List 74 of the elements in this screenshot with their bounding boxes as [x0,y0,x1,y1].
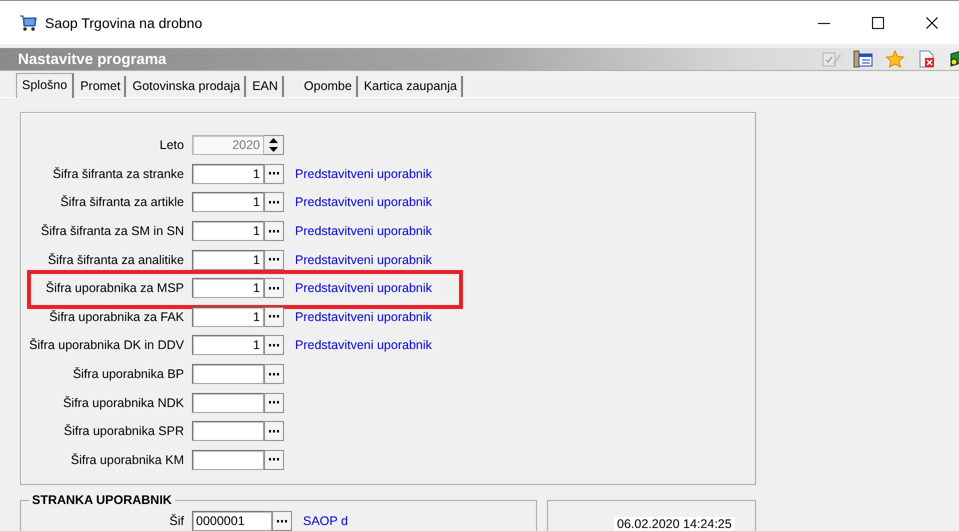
close-icon[interactable] [926,16,938,28]
date-time: 06.02.2020 14:24:25 [614,517,735,531]
ellipsis-icon [269,458,279,462]
tab[interactable]: Splošno [16,73,74,98]
user-link[interactable]: Predstavitveni uporabnik [284,224,755,238]
lookup-button[interactable] [264,421,284,442]
input-field[interactable] [192,450,264,470]
input-field[interactable]: 1 [192,335,264,356]
field-label: Šifra uporabnika BP [72,367,185,382]
field-label: Šifra uporabnika SPR [62,424,185,438]
input-field[interactable] [192,364,264,384]
cart-icon [19,14,37,32]
user-link[interactable]: Predstavitveni uporabnik [284,195,755,210]
group-title: STRANKA UPORABNIK [29,493,175,507]
input-field[interactable]: 1 [192,278,264,298]
ellipsis-icon [269,230,279,233]
field-label: Šifra šifranta za stranke [52,166,185,181]
field-label: Šifra uporabnika za FAK [48,310,185,324]
ellipsis-icon [269,401,279,404]
lookup-button[interactable] [264,250,284,270]
field-label: Šifra šifranta za SM in SN [40,224,185,238]
tab[interactable]: Promet [76,76,126,97]
ellipsis-icon [269,172,279,176]
field-label: Šifra uporabnika NDK [62,396,185,410]
lookup-button[interactable] [264,364,284,384]
field-label: Šif [168,514,185,528]
field-label: Leto [158,138,185,152]
lookup-button[interactable] [264,164,284,184]
ellipsis-icon [277,520,287,523]
user-link[interactable]: SAOP d [292,514,536,528]
header-title: Nastavitve programa [17,50,168,68]
field-label: Šifra šifranta za artikle [59,195,185,210]
lookup-button[interactable] [264,392,284,413]
maximize-icon[interactable] [872,16,884,28]
input-field[interactable]: 0000001 [192,511,272,531]
user-link[interactable]: Predstavitveni uporabnik [284,338,755,352]
tab[interactable]: Kartica zaupanja [360,76,463,97]
user-link[interactable]: Predstavitveni uporabnik [284,281,755,296]
field-label: Šifra uporabnika KM [70,452,185,467]
book-icon[interactable] [949,50,959,68]
lookup-button[interactable] [272,511,292,531]
user-link[interactable]: Predstavitveni uporabnik [284,166,755,181]
document-close-icon[interactable] [917,50,937,68]
ellipsis-icon [269,286,279,290]
ellipsis-icon [269,200,279,204]
ellipsis-icon [269,372,279,376]
lookup-button[interactable] [264,192,284,212]
user-link[interactable]: Predstavitveni uporabnik [284,252,755,267]
lookup-button[interactable] [264,278,284,298]
input-field[interactable]: 1 [192,306,264,327]
input-field[interactable]: 1 [192,192,264,212]
ellipsis-icon [269,430,279,433]
ellipsis-icon [269,315,279,318]
tab[interactable]: EAN [248,76,284,97]
window-list-icon[interactable] [853,50,873,68]
lookup-button[interactable] [264,221,284,242]
lookup-button[interactable] [264,335,284,356]
ellipsis-icon [269,344,279,347]
input-field[interactable]: 1 [192,250,264,270]
window-title: Saop Trgovina na drobno [45,14,204,30]
lookup-button[interactable] [264,306,284,327]
ellipsis-icon [269,258,279,262]
tab[interactable]: Opombe [300,76,358,97]
field-label: Šifra šifranta za analitike [46,252,185,267]
field-label: Šifra uporabnika DK in DDV [28,338,185,352]
field-label: Šifra uporabnika za MSP [44,281,185,296]
tab[interactable]: Gotovinska prodaja [128,76,246,97]
input-field[interactable]: 1 [192,221,264,242]
input-field[interactable] [192,421,264,442]
star-icon[interactable] [885,50,905,68]
user-link[interactable]: Predstavitveni uporabnik [284,310,755,324]
lookup-button[interactable] [264,450,284,470]
input-field[interactable]: 1 [192,164,264,184]
input-field[interactable] [192,392,264,413]
